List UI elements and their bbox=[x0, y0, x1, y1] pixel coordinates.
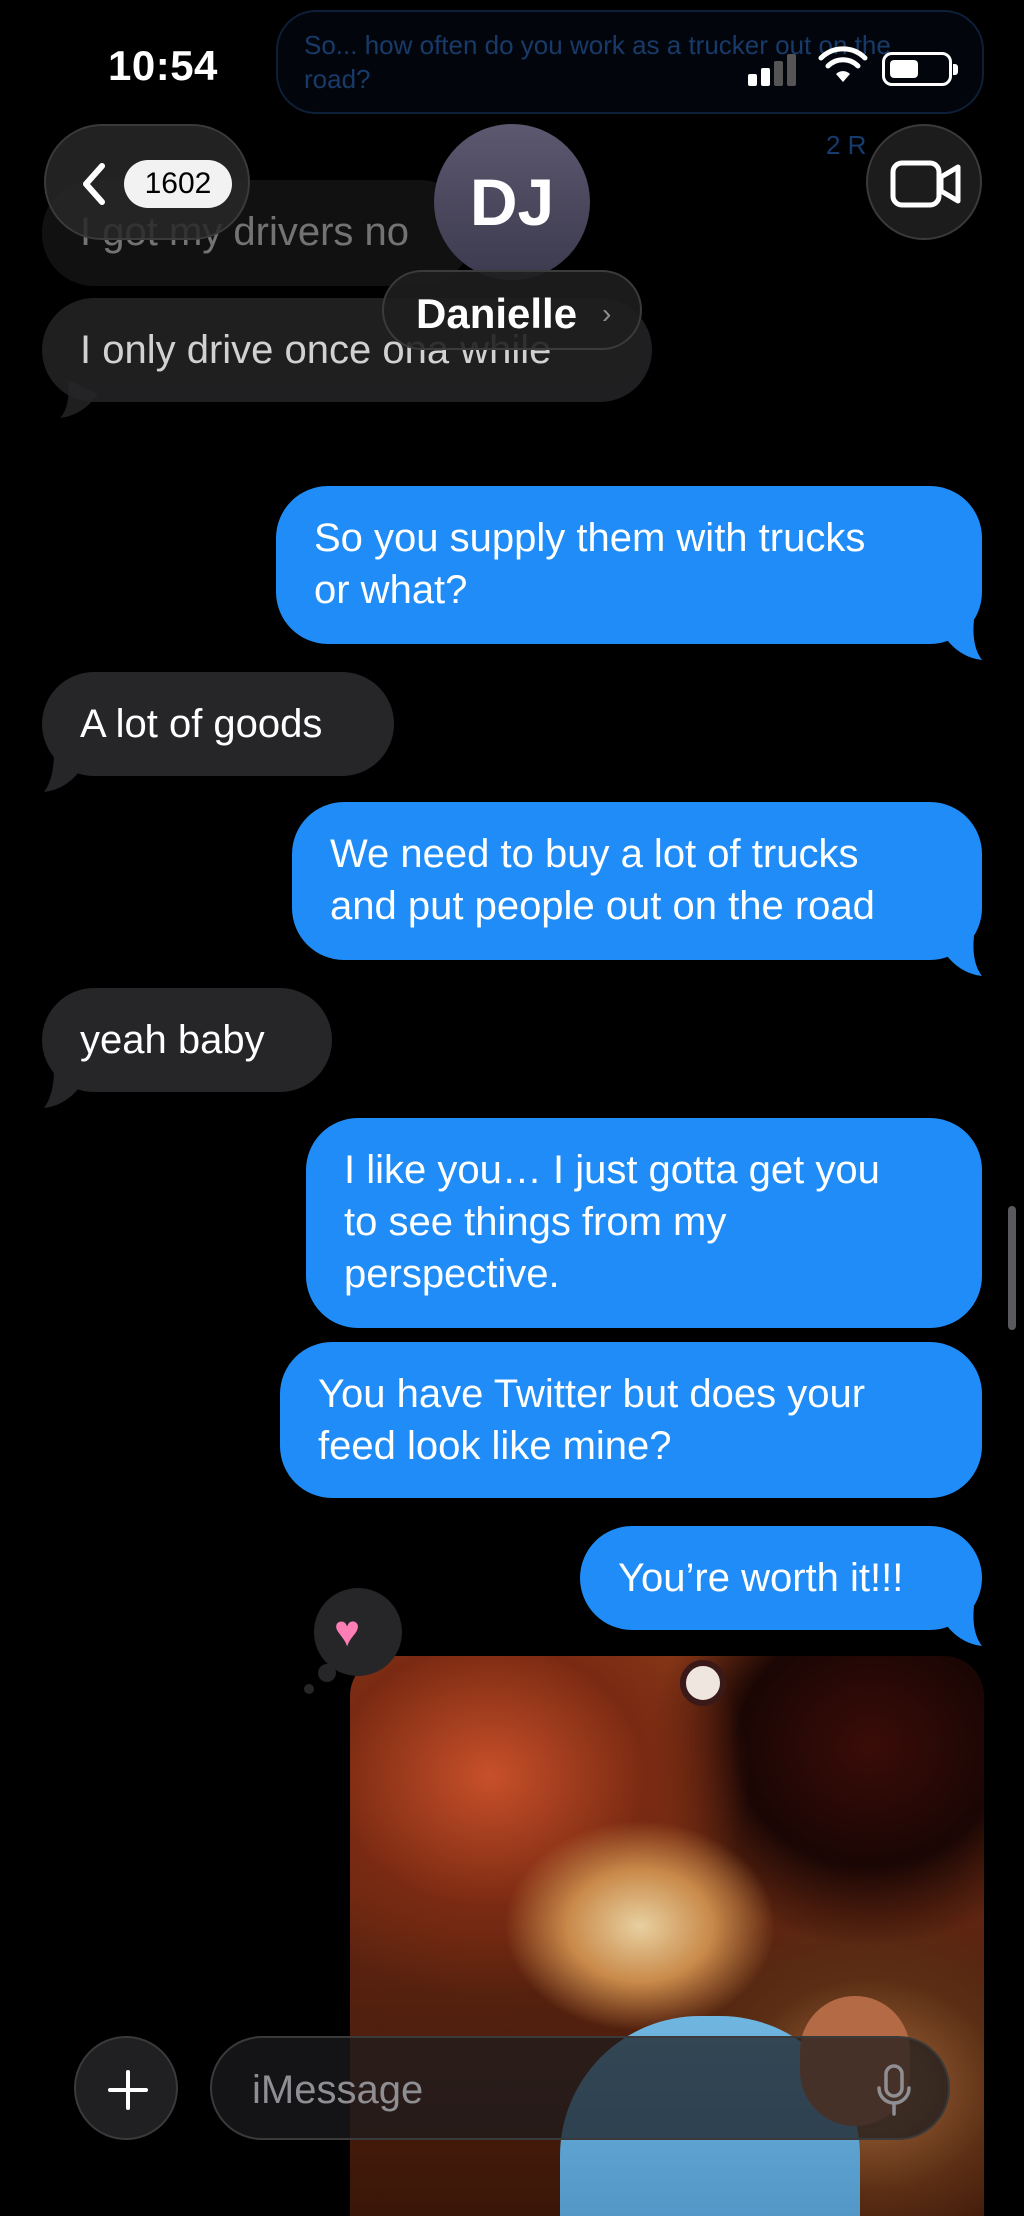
message-bubble-outgoing[interactable]: I like you… I just gotta get you to see … bbox=[306, 1118, 982, 1328]
message-text-line: We need to buy a lot of trucks bbox=[330, 832, 859, 876]
chevron-right-icon: › bbox=[602, 298, 612, 329]
message-text-line: and put people out on the road bbox=[330, 884, 875, 928]
battery-icon bbox=[882, 52, 958, 86]
message-bubble-outgoing[interactable]: You have Twitter but does your feed look… bbox=[280, 1342, 982, 1498]
video-camera-icon bbox=[890, 160, 961, 208]
message-bubble-outgoing[interactable]: You’re worth it!!! bbox=[580, 1526, 982, 1630]
back-button[interactable]: 1602 bbox=[44, 124, 250, 240]
photo-detail bbox=[680, 1660, 726, 1706]
message-text: yeah baby bbox=[80, 1018, 265, 1062]
reaction-tail bbox=[304, 1684, 314, 1694]
avatar-initials: DJ bbox=[469, 165, 555, 239]
contact-avatar[interactable]: DJ bbox=[434, 124, 590, 280]
scrollbar[interactable] bbox=[1008, 1206, 1016, 1330]
contact-name: Danielle bbox=[416, 290, 578, 337]
status-time: 10:54 bbox=[108, 42, 218, 89]
message-input-field[interactable] bbox=[210, 2036, 950, 2140]
reaction-tail bbox=[318, 1664, 336, 1682]
unread-count-badge: 1602 bbox=[124, 160, 232, 208]
message-bubble-outgoing[interactable]: We need to buy a lot of trucks and put p… bbox=[292, 802, 982, 960]
plus-icon-stroke bbox=[126, 2070, 130, 2110]
message-text-line: So you supply them with trucks bbox=[314, 516, 866, 560]
contact-name-button[interactable]: Danielle › bbox=[382, 270, 642, 350]
message-text-line: to see things from my bbox=[344, 1200, 727, 1244]
message-bubble-incoming[interactable]: yeah baby bbox=[42, 988, 332, 1092]
message-text-line: You have Twitter but does your bbox=[318, 1372, 866, 1416]
tapback-reaction[interactable]: ♥ bbox=[314, 1588, 402, 1676]
microphone-icon[interactable] bbox=[874, 2062, 914, 2118]
read-receipt: 2 R bbox=[826, 130, 867, 160]
facetime-video-button[interactable] bbox=[866, 124, 982, 240]
cellular-signal-icon bbox=[748, 52, 800, 86]
message-text: A lot of goods bbox=[80, 702, 323, 746]
message-text-line: I like you… I just gotta get you bbox=[344, 1148, 880, 1192]
chevron-left-icon bbox=[83, 163, 105, 205]
message-bubble-outgoing[interactable]: So you supply them with trucks or what? bbox=[276, 486, 982, 644]
wifi-icon bbox=[818, 46, 868, 82]
add-attachment-button[interactable] bbox=[74, 2036, 178, 2140]
message-input[interactable] bbox=[252, 2062, 812, 2118]
heart-icon: ♥ bbox=[334, 1607, 361, 1656]
message-text-line: feed look like mine? bbox=[318, 1424, 672, 1468]
message-text-line: or what? bbox=[314, 568, 468, 612]
message-text: You’re worth it!!! bbox=[618, 1556, 904, 1600]
message-bubble-incoming[interactable]: A lot of goods bbox=[42, 672, 394, 776]
message-text-line: perspective. bbox=[344, 1252, 560, 1296]
status-bar: 10:54 bbox=[0, 0, 1024, 130]
